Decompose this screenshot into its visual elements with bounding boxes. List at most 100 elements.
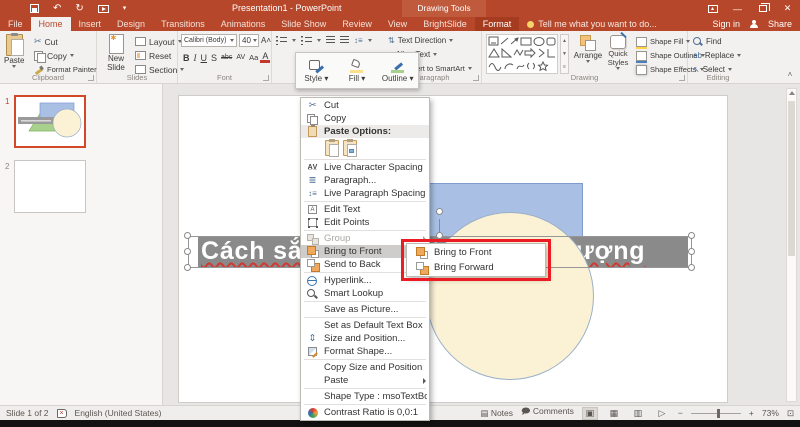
slideshow-view-button[interactable]: ▷: [654, 407, 670, 420]
shapes-gallery[interactable]: [486, 34, 558, 74]
redo-icon[interactable]: ↻: [75, 3, 83, 15]
selection-handle-bottom-right[interactable]: [688, 264, 695, 271]
share-button[interactable]: Share: [768, 19, 792, 29]
minimize-button[interactable]: —: [725, 0, 750, 17]
reading-view-button[interactable]: ▥: [630, 407, 646, 420]
shape-fill-button[interactable]: Shape Fill: [636, 35, 690, 48]
paste-picture-icon[interactable]: [343, 140, 357, 156]
menu-item-shape-type[interactable]: Shape Type : msoTextBox: [301, 390, 429, 403]
menu-item-smart-lookup[interactable]: Smart Lookup: [301, 287, 429, 300]
sign-in-link[interactable]: Sign in: [712, 19, 740, 29]
numbering-icon[interactable]: [301, 36, 312, 45]
layout-button[interactable]: Layout: [135, 35, 182, 48]
reset-button[interactable]: Reset: [135, 49, 171, 62]
vertical-scrollbar[interactable]: [786, 88, 797, 402]
menu-item-format-shape[interactable]: Format Shape...: [301, 345, 429, 358]
tab-format[interactable]: Format: [475, 17, 520, 31]
change-case-button[interactable]: Aa: [247, 53, 260, 62]
tab-view[interactable]: View: [380, 17, 415, 31]
zoom-out-button[interactable]: −: [678, 408, 683, 418]
increase-font-icon[interactable]: A˄: [261, 36, 271, 45]
italic-button[interactable]: I: [192, 53, 199, 63]
arrange-button[interactable]: Arrange: [574, 35, 602, 63]
style-button[interactable]: Style ▾: [296, 53, 337, 88]
restore-button[interactable]: [750, 0, 775, 17]
menu-item-live-paragraph-spacing[interactable]: ↕≡Live Paragraph Spacing: [301, 187, 429, 200]
increase-indent-icon[interactable]: [340, 36, 349, 45]
new-slide-button[interactable]: New Slide: [101, 34, 131, 72]
start-slideshow-icon[interactable]: [98, 5, 109, 13]
undo-icon[interactable]: ↶: [53, 3, 61, 15]
menu-item-save-as-picture[interactable]: Save as Picture...: [301, 303, 429, 316]
menu-item-live-character-spacing[interactable]: A̲V̲Live Character Spacing: [301, 161, 429, 174]
menu-item-copy[interactable]: Copy: [301, 112, 429, 125]
find-button[interactable]: Find: [693, 35, 722, 48]
copy-button[interactable]: Copy: [34, 49, 74, 62]
tab-design[interactable]: Design: [109, 17, 153, 31]
spellcheck-icon[interactable]: ×: [57, 409, 67, 418]
menu-item-size-and-position[interactable]: ⇕Size and Position...: [301, 332, 429, 345]
cut-button[interactable]: ✂Cut: [34, 35, 58, 48]
font-size-combo[interactable]: 40: [239, 34, 259, 47]
selection-handle-mid-left[interactable]: [184, 248, 191, 255]
paste-keep-formatting-icon[interactable]: [325, 140, 339, 156]
selection-handle-mid-right[interactable]: [688, 248, 695, 255]
tab-review[interactable]: Review: [334, 17, 380, 31]
save-icon[interactable]: [30, 4, 39, 13]
font-color-button[interactable]: A: [260, 52, 270, 63]
menu-item-cut[interactable]: ✂Cut: [301, 99, 429, 112]
menu-item-copy-size-position[interactable]: Copy Size and Position: [301, 361, 429, 374]
selection-handle-top-right[interactable]: [688, 232, 695, 239]
comments-button[interactable]: 🗩 Comments: [521, 406, 574, 420]
menu-item-set-default-textbox[interactable]: Set as Default Text Box: [301, 319, 429, 332]
language-indicator[interactable]: English (United States): [75, 408, 162, 418]
tab-insert[interactable]: Insert: [71, 17, 110, 31]
font-family-combo[interactable]: Calibri (Body): [181, 34, 237, 47]
scrollbar-thumb[interactable]: [788, 101, 795, 256]
bold-button[interactable]: B: [181, 53, 192, 63]
slide-sorter-view-button[interactable]: ▦: [606, 407, 622, 420]
tab-home[interactable]: Home: [31, 17, 71, 31]
shapes-gallery-scroll[interactable]: ▲▼≡: [560, 34, 569, 74]
menu-item-paragraph[interactable]: ≣Paragraph...: [301, 174, 429, 187]
selection-handle-top-left[interactable]: [184, 232, 191, 239]
tab-file[interactable]: File: [0, 17, 31, 31]
quick-styles-button[interactable]: Quick Styles: [604, 35, 632, 70]
bullets-icon[interactable]: [276, 36, 287, 45]
normal-view-button[interactable]: ▣: [582, 407, 598, 420]
notes-button[interactable]: ▤ Notes: [480, 408, 513, 419]
font-dialog-launcher[interactable]: [263, 75, 269, 81]
menu-item-edit-text[interactable]: AEdit Text: [301, 203, 429, 216]
underline-button[interactable]: U: [199, 53, 210, 63]
zoom-level[interactable]: 73%: [762, 408, 779, 418]
tell-me-box[interactable]: Tell me what you want to do...: [519, 17, 665, 31]
strikethrough-button[interactable]: abc: [219, 54, 234, 61]
selection-handle-bottom-left[interactable]: [184, 264, 191, 271]
paste-button[interactable]: Paste: [4, 34, 24, 68]
rotate-handle[interactable]: [436, 208, 443, 215]
customize-qat-icon[interactable]: ▾: [123, 3, 127, 15]
tab-animations[interactable]: Animations: [213, 17, 274, 31]
text-shadow-button[interactable]: S: [209, 53, 219, 63]
scrollbar-up-icon[interactable]: [789, 91, 795, 95]
selection-handle-top-mid[interactable]: [436, 232, 443, 239]
menu-item-paste[interactable]: Paste: [301, 374, 429, 387]
clipboard-dialog-launcher[interactable]: [88, 75, 94, 81]
character-spacing-button[interactable]: AV: [234, 54, 247, 61]
tab-brightslide[interactable]: BrightSlide: [415, 17, 475, 31]
menu-item-contrast-ratio[interactable]: Contrast Ratio is 0,0:1: [301, 406, 429, 419]
menu-item-edit-points[interactable]: Edit Points: [301, 216, 429, 229]
close-button[interactable]: ✕: [775, 0, 800, 17]
text-direction-button[interactable]: ⇅Text Direction: [388, 34, 453, 47]
outline-button[interactable]: Outline ▾: [377, 53, 418, 88]
zoom-in-button[interactable]: +: [749, 408, 754, 418]
line-spacing-icon[interactable]: ↕≡: [354, 36, 363, 45]
f_it-to-window-icon[interactable]: ⊡: [787, 408, 794, 419]
slide-2-thumbnail[interactable]: [14, 160, 86, 213]
decrease-indent-icon[interactable]: [326, 36, 335, 45]
zoom-slider[interactable]: [691, 413, 741, 414]
collapse-ribbon-icon[interactable]: ˄: [786, 71, 794, 79]
fill-button[interactable]: Fill ▾: [337, 53, 378, 88]
ribbon-display-options-button[interactable]: ▴: [700, 0, 725, 17]
drawing-dialog-launcher[interactable]: [679, 75, 685, 81]
